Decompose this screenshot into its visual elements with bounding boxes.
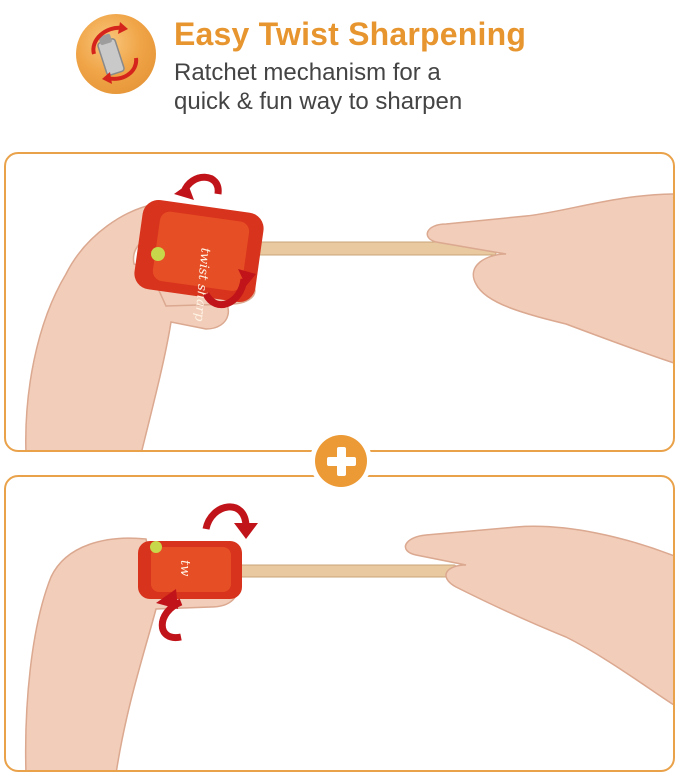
demo-panel-top: twist sharp <box>4 152 675 452</box>
right-hand <box>426 193 673 364</box>
page-subtitle: Ratchet mechanism for a quick & fun way … <box>174 58 574 116</box>
plus-icon <box>310 430 372 492</box>
plus-circle <box>315 435 367 487</box>
plus-horizontal-bar <box>327 457 356 466</box>
brand-label: tw <box>177 560 192 576</box>
subtitle-line-1: Ratchet mechanism for a <box>174 59 441 86</box>
sharpener-bottom: tw <box>138 541 242 599</box>
right-hand <box>404 525 673 706</box>
subtitle-line-2: quick & fun way to sharpen <box>174 88 463 115</box>
twist-demo-illustration-bottom: tw <box>24 503 673 770</box>
twist-demo-illustration-top: twist sharp <box>25 173 673 450</box>
page-title: Easy Twist Sharpening <box>174 16 527 52</box>
demo-panel-bottom: tw <box>4 475 675 772</box>
pencil <box>233 564 457 578</box>
sharpener-twist-icon <box>76 14 156 94</box>
